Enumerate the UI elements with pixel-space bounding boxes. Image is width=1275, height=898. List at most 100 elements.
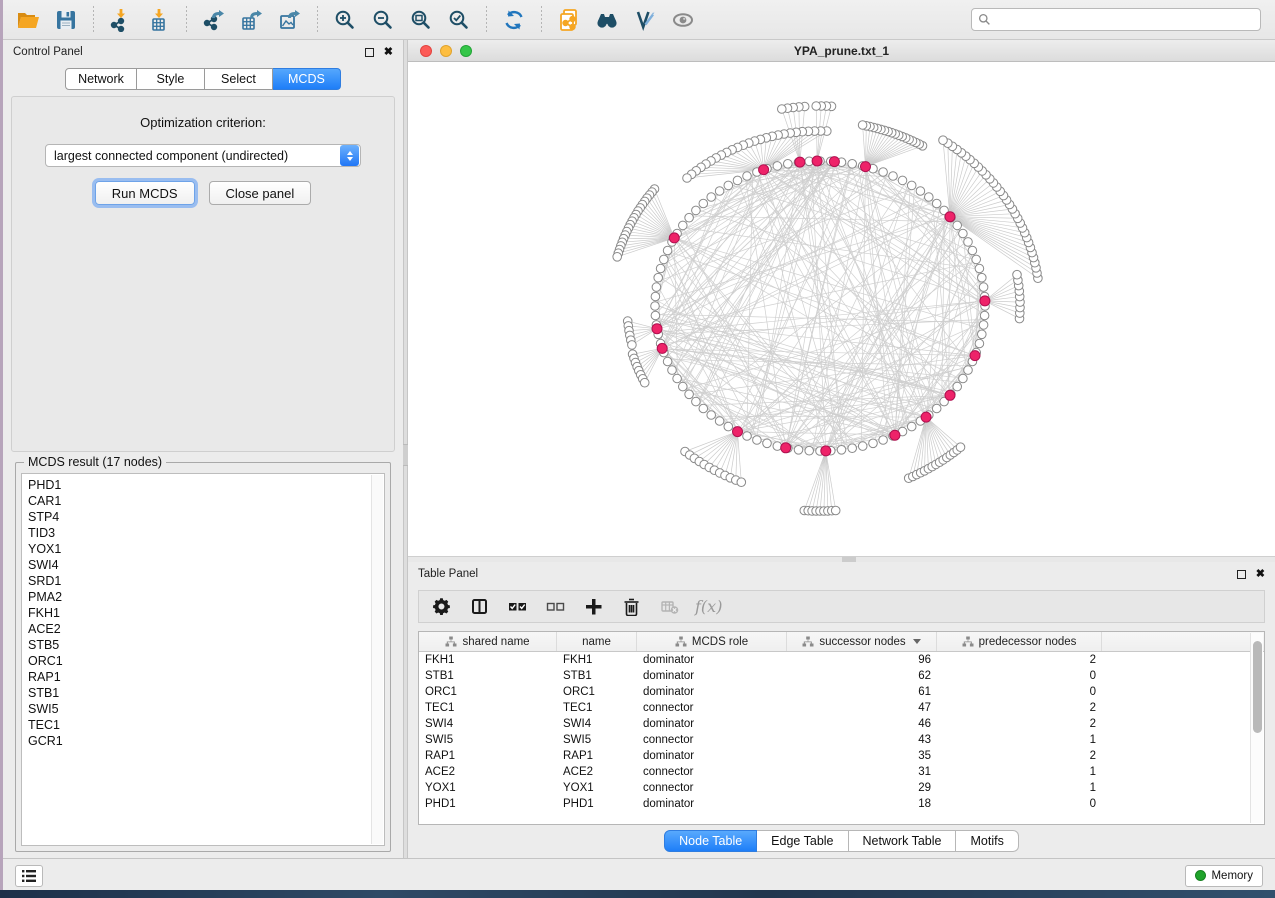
column-header-MCDS-role[interactable]: MCDS role (637, 632, 787, 651)
cell-successor-nodes: 47 (787, 702, 937, 714)
tab-mcds[interactable]: MCDS (273, 68, 341, 90)
column-header-shared-name[interactable]: shared name (419, 632, 557, 651)
zoom-selected-button[interactable] (442, 5, 476, 35)
cell-shared-name: SWI5 (419, 734, 557, 746)
column-visibility-button[interactable] (467, 595, 491, 619)
table-row[interactable]: PHD1PHD1dominator180 (419, 796, 1264, 812)
tab-style[interactable]: Style (137, 68, 205, 90)
optimization-criterion-select[interactable]: largest connected component (undirected) (45, 144, 361, 167)
deselect-all-checkboxes-button[interactable] (543, 595, 567, 619)
export-image-button[interactable] (273, 5, 307, 35)
cell-shared-name: TEC1 (419, 702, 557, 714)
column-header-filler (1102, 632, 1264, 651)
save-session-button[interactable] (49, 5, 83, 35)
column-label: name (582, 636, 611, 648)
apply-layout-button[interactable] (497, 5, 531, 35)
scrollbar-thumb[interactable] (1253, 641, 1262, 733)
control-panel-tabbar: NetworkStyleSelectMCDS (3, 68, 403, 90)
show-hide-graphics-button[interactable] (666, 5, 700, 35)
float-panel-icon[interactable] (365, 48, 374, 57)
mcds-result-item[interactable]: SRD1 (28, 573, 384, 589)
new-network-from-selection-button[interactable] (552, 5, 586, 35)
divider-grip[interactable] (842, 557, 856, 562)
network-titlebar[interactable]: YPA_prune.txt_1 (408, 40, 1275, 62)
select-all-checkboxes-button[interactable] (505, 595, 529, 619)
mcds-result-item[interactable]: GCR1 (28, 733, 384, 749)
delete-columns-button[interactable] (619, 595, 643, 619)
run-mcds-button[interactable]: Run MCDS (95, 181, 195, 205)
tab-select[interactable]: Select (205, 68, 273, 90)
table-row[interactable]: RAP1RAP1dominator352 (419, 748, 1264, 764)
mcds-result-item[interactable]: FKH1 (28, 605, 384, 621)
mcds-result-item[interactable]: ACE2 (28, 621, 384, 637)
table-row[interactable]: ORC1ORC1dominator610 (419, 684, 1264, 700)
mcds-result-item[interactable]: CAR1 (28, 493, 384, 509)
cell-MCDS-role: dominator (637, 670, 787, 682)
table-row[interactable]: STB1STB1dominator620 (419, 668, 1264, 684)
mcds-result-item[interactable]: PMA2 (28, 589, 384, 605)
mcds-result-item[interactable]: STB1 (28, 685, 384, 701)
tab-motifs[interactable]: Motifs (956, 830, 1018, 852)
mcds-buttons: Run MCDS Close panel (12, 181, 394, 205)
open-session-button[interactable] (11, 5, 45, 35)
mcds-result-item[interactable]: SWI5 (28, 701, 384, 717)
tab-network-table[interactable]: Network Table (849, 830, 957, 852)
mcds-result-item[interactable]: TID3 (28, 525, 384, 541)
mcds-result-item[interactable]: STB5 (28, 637, 384, 653)
zoom-in-button[interactable] (328, 5, 362, 35)
close-panel-icon[interactable]: ✖ (384, 47, 393, 58)
search-input[interactable] (996, 13, 1254, 27)
mcds-result-item[interactable]: ORC1 (28, 653, 384, 669)
table-row[interactable]: FKH1FKH1dominator962 (419, 652, 1264, 668)
column-header-successor-nodes[interactable]: successor nodes (787, 632, 937, 651)
add-column-button[interactable] (581, 595, 605, 619)
export-network-button[interactable] (197, 5, 231, 35)
table-scrollbar[interactable] (1250, 633, 1263, 823)
selected-criterion: largest connected component (undirected) (46, 149, 340, 163)
mcds-result-item[interactable]: SWI4 (28, 557, 384, 573)
import-network-button[interactable] (104, 5, 138, 35)
mcds-result-item[interactable]: PHD1 (28, 477, 384, 493)
cell-shared-name: ORC1 (419, 686, 557, 698)
close-panel-button[interactable]: Close panel (209, 181, 312, 205)
show-style-button[interactable] (628, 5, 662, 35)
cell-predecessor-nodes: 0 (937, 670, 1102, 682)
import-table-button[interactable] (142, 5, 176, 35)
optimization-criterion-label: Optimization criterion: (12, 115, 394, 130)
column-header-name[interactable]: name (557, 632, 637, 651)
mcds-result-item[interactable]: TEC1 (28, 717, 384, 733)
network-graph[interactable] (408, 62, 1275, 556)
task-history-button[interactable] (15, 865, 43, 887)
column-header-predecessor-nodes[interactable]: predecessor nodes (937, 632, 1102, 651)
zoom-fit-button[interactable] (404, 5, 438, 35)
first-neighbors-button[interactable] (590, 5, 624, 35)
tab-network[interactable]: Network (65, 68, 137, 90)
settings-gear-button[interactable] (429, 595, 453, 619)
table-row[interactable]: SWI4SWI4dominator462 (419, 716, 1264, 732)
search-box[interactable] (971, 8, 1261, 31)
mcds-result-item[interactable]: YOX1 (28, 541, 384, 557)
column-label: MCDS role (692, 636, 748, 648)
export-table-button[interactable] (235, 5, 269, 35)
table-row[interactable]: TEC1TEC1connector472 (419, 700, 1264, 716)
table-row[interactable]: YOX1YOX1connector291 (419, 780, 1264, 796)
table-row[interactable]: ACE2ACE2connector311 (419, 764, 1264, 780)
apply-layout-icon (502, 8, 526, 32)
float-panel-icon[interactable] (1237, 570, 1246, 579)
zoom-fit-icon (409, 8, 433, 32)
cell-name: ACE2 (557, 766, 637, 778)
horizontal-split-divider[interactable] (408, 557, 1275, 562)
tab-edge-table[interactable]: Edge Table (757, 830, 848, 852)
memory-button[interactable]: Memory (1185, 865, 1263, 887)
result-list-scrollbar[interactable] (371, 475, 383, 844)
tab-node-table[interactable]: Node Table (664, 830, 757, 852)
toolbar-group (497, 5, 531, 35)
close-panel-icon[interactable]: ✖ (1256, 569, 1265, 580)
table-row[interactable]: SWI5SWI5connector431 (419, 732, 1264, 748)
zoom-out-button[interactable] (366, 5, 400, 35)
mcds-result-item[interactable]: STP4 (28, 509, 384, 525)
cell-MCDS-role: dominator (637, 718, 787, 730)
network-canvas[interactable] (408, 62, 1275, 556)
mcds-result-item[interactable]: RAP1 (28, 669, 384, 685)
mcds-result-list[interactable]: PHD1CAR1STP4TID3YOX1SWI4SRD1PMA2FKH1ACE2… (21, 473, 385, 846)
